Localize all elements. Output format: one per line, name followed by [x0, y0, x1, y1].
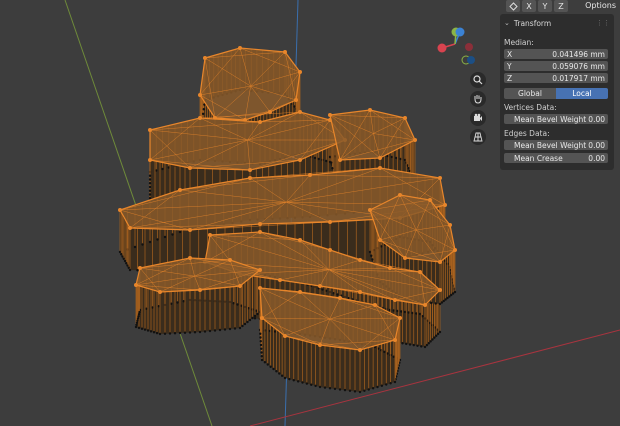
overlay-toggle-icon[interactable] — [506, 0, 520, 12]
median-label: Median: — [504, 38, 534, 47]
header-tools: X Y Z — [504, 0, 568, 12]
panel-header[interactable]: ⌄ Transform ⋮⋮ — [500, 16, 614, 30]
coordinate-space-toggle: Global Local — [504, 88, 608, 99]
local-button[interactable]: Local — [556, 88, 608, 99]
vertex-bevel-key: Mean Bevel Weight — [514, 114, 587, 124]
gizmo-z-axis-icon — [455, 27, 465, 37]
global-button[interactable]: Global — [504, 88, 556, 99]
edges-data-label: Edges Data: — [504, 129, 550, 138]
y-key: Y — [507, 61, 512, 71]
mean-crease-field[interactable]: Mean Crease 0.00 — [504, 153, 608, 163]
median-y-field[interactable]: Y 0.059076 mm — [504, 61, 608, 71]
crease-key: Mean Crease — [514, 153, 563, 163]
camera-icon[interactable] — [470, 110, 486, 126]
panel-title: Transform — [513, 18, 552, 28]
zoom-icon[interactable] — [470, 72, 486, 88]
x-value: 0.041496 mm — [552, 49, 605, 59]
transform-panel: ⌄ Transform ⋮⋮ Median: X 0.041496 mm Y 0… — [500, 14, 614, 170]
x-key: X — [507, 49, 513, 59]
z-value: 0.017917 mm — [552, 73, 605, 83]
edge-bevel-key: Mean Bevel Weight — [514, 140, 587, 150]
hand-pan-icon[interactable] — [470, 91, 486, 107]
median-z-field[interactable]: Z 0.017917 mm — [504, 73, 608, 83]
vertex-bevel-value: 0.00 — [588, 114, 605, 124]
median-x-field[interactable]: X 0.041496 mm — [504, 49, 608, 59]
crease-value: 0.00 — [588, 153, 605, 163]
grid-perspective-icon[interactable] — [470, 129, 486, 145]
navigation-gizmo[interactable] — [430, 20, 480, 70]
mirror-x-button[interactable]: X — [522, 0, 536, 12]
vertex-bevel-weight-field[interactable]: Mean Bevel Weight 0.00 — [504, 114, 608, 124]
options-menu[interactable]: Options — [583, 0, 618, 12]
edge-bevel-weight-field[interactable]: Mean Bevel Weight 0.00 — [504, 140, 608, 150]
chevron-down-icon[interactable]: ⌄ — [504, 19, 510, 27]
vertices-data-label: Vertices Data: — [504, 103, 557, 112]
edge-bevel-value: 0.00 — [588, 140, 605, 150]
3d-viewport[interactable]: X Y Z Options ⌄ Transform ⋮⋮ Median: X 0… — [0, 0, 620, 426]
gizmo-x-axis-icon — [437, 43, 447, 53]
y-value: 0.059076 mm — [552, 61, 605, 71]
mirror-z-button[interactable]: Z — [554, 0, 568, 12]
mirror-y-button[interactable]: Y — [538, 0, 552, 12]
drag-handle-icon[interactable]: ⋮⋮ — [596, 19, 610, 27]
z-key: Z — [507, 73, 513, 83]
